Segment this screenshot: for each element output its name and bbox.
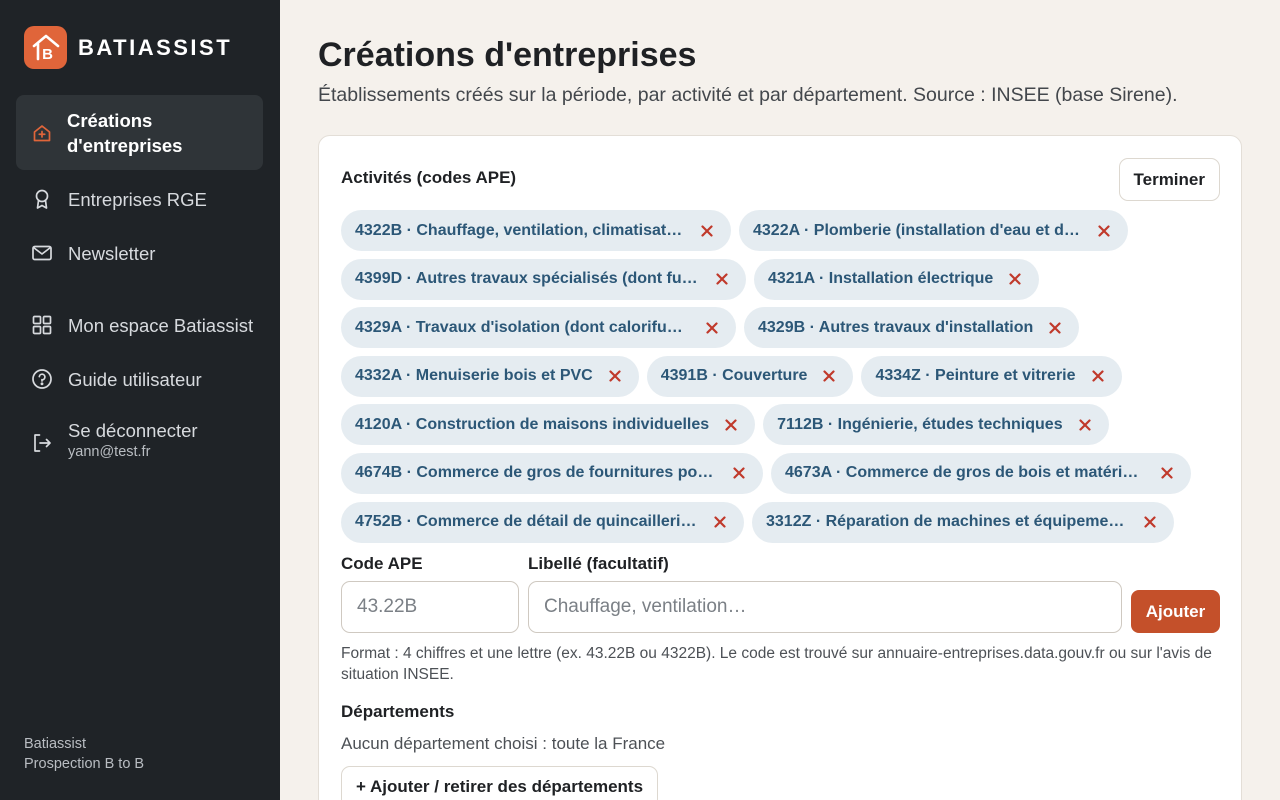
footer-tagline: Prospection B to B bbox=[24, 756, 145, 772]
chip-label: 4329B · Autres travaux d'installation bbox=[758, 318, 1034, 336]
chip-row: 4329A · Travaux d'isolation (dont calori… bbox=[341, 307, 1221, 349]
chip-row: 4322B · Chauffage, ventilation, climatis… bbox=[341, 210, 1221, 251]
activity-chip[interactable]: 4334Z · Peinture et vitrerie bbox=[861, 355, 1122, 397]
sidebar-footer: Batiassist Prospection B to B bbox=[24, 734, 144, 774]
activity-chip[interactable]: 3312Z · Réparation de machines et équipe… bbox=[752, 501, 1174, 543]
close-x-icon[interactable] bbox=[731, 467, 747, 480]
close-x-icon[interactable] bbox=[723, 419, 739, 431]
chip-label: 4399D · Autres travaux spécialisés (dont… bbox=[355, 270, 700, 288]
sidebar-item-logout[interactable]: Se déconnecter yann@test.fr bbox=[16, 418, 263, 470]
svg-text:B: B bbox=[42, 46, 53, 63]
close-x-icon[interactable] bbox=[704, 322, 720, 334]
chip-label: 4674B · Commerce de gros de fournitures … bbox=[355, 464, 717, 482]
house-b-logo-icon: B bbox=[24, 26, 67, 69]
libelle-input[interactable] bbox=[528, 581, 1122, 633]
chip-label: 3312Z · Réparation de machines et équipe… bbox=[766, 513, 1128, 531]
sidebar-item-label: Créations d'entreprises bbox=[67, 109, 183, 156]
sidebar: B BATIASSIST Créations d'entreprises Ent… bbox=[0, 0, 280, 800]
chip-label: 4334Z · Peinture et vitrerie bbox=[875, 367, 1076, 385]
sidebar-item-mon-espace[interactable]: Mon espace Batiassist bbox=[16, 309, 263, 341]
chip-row: 4674B · Commerce de gros de fournitures … bbox=[341, 452, 1221, 494]
code-ape-label: Code APE bbox=[341, 554, 423, 573]
sidebar-item-rge[interactable]: Entreprises RGE bbox=[16, 183, 263, 215]
ajouter-button[interactable]: Ajouter bbox=[1131, 590, 1220, 633]
mail-icon bbox=[31, 242, 53, 264]
sidebar-item-creations[interactable]: Créations d'entreprises bbox=[16, 95, 263, 170]
activity-chip[interactable]: 4673A · Commerce de gros de bois et maté… bbox=[771, 452, 1191, 494]
sidebar-item-label: Se déconnecter bbox=[68, 420, 198, 441]
libelle-label: Libellé (facultatif) bbox=[528, 554, 669, 573]
logout-icon bbox=[31, 432, 53, 454]
close-x-icon[interactable] bbox=[607, 370, 623, 382]
sidebar-item-label: Guide utilisateur bbox=[68, 368, 202, 390]
brand-name: BATIASSIST bbox=[78, 34, 233, 60]
chip-row: 4752B · Commerce de détail de quincaille… bbox=[341, 501, 1221, 543]
chip-label: 4120A · Construction de maisons individu… bbox=[355, 415, 710, 433]
edit-departments-button[interactable]: + Ajouter / retirer des départements bbox=[341, 766, 659, 800]
activity-chip[interactable]: 7112B · Ingénierie, études techniques bbox=[763, 404, 1109, 446]
activity-chip[interactable]: 4752B · Commerce de détail de quincaille… bbox=[341, 501, 744, 543]
close-x-icon[interactable] bbox=[821, 370, 837, 382]
help-circle-icon bbox=[31, 368, 53, 390]
close-x-icon[interactable] bbox=[1047, 322, 1063, 334]
terminer-button[interactable]: Terminer bbox=[1118, 158, 1220, 201]
close-x-icon[interactable] bbox=[699, 224, 715, 237]
chip-label: 4391B · Couverture bbox=[660, 367, 808, 385]
activity-chip[interactable]: 4329A · Travaux d'isolation (dont calori… bbox=[341, 307, 736, 349]
departments-empty-text: Aucun département choisi : toute la Fran… bbox=[341, 734, 666, 753]
sidebar-item-label: Mon espace Batiassist bbox=[68, 314, 254, 336]
page-title: Créations d'entreprises bbox=[318, 36, 697, 74]
chip-label: 4329A · Travaux d'isolation (dont calori… bbox=[355, 318, 690, 336]
activity-chip[interactable]: 4332A · Menuiserie bois et PVC bbox=[341, 355, 639, 397]
grid-icon bbox=[31, 314, 53, 336]
chip-label: 4322A · Plomberie (installation d'eau et… bbox=[753, 221, 1082, 239]
activity-chip[interactable]: 4321A · Installation électrique bbox=[754, 258, 1040, 300]
departments-title: Départements bbox=[341, 702, 455, 721]
building-plus-icon bbox=[31, 122, 53, 144]
activity-chip[interactable]: 4322B · Chauffage, ventilation, climatis… bbox=[341, 210, 731, 251]
chip-label: 7112B · Ingénierie, études techniques bbox=[777, 415, 1063, 433]
activity-chip[interactable]: 4322A · Plomberie (installation d'eau et… bbox=[739, 210, 1128, 251]
sidebar-item-label: Newsletter bbox=[68, 242, 156, 264]
close-x-icon[interactable] bbox=[712, 516, 728, 528]
activity-chip[interactable]: 4674B · Commerce de gros de fournitures … bbox=[341, 452, 763, 494]
chip-row: 4399D · Autres travaux spécialisés (dont… bbox=[341, 258, 1221, 300]
code-format-help: Format : 4 chiffres et une lettre (ex. 4… bbox=[341, 645, 1212, 683]
activity-chip[interactable]: 4329B · Autres travaux d'installation bbox=[744, 307, 1080, 349]
footer-brand: Batiassist bbox=[24, 736, 87, 752]
page-subtitle: Établissements créés sur la période, par… bbox=[318, 84, 1178, 106]
close-x-icon[interactable] bbox=[1077, 419, 1093, 431]
activity-chip[interactable]: 4391B · Couverture bbox=[646, 355, 854, 397]
sidebar-item-guide[interactable]: Guide utilisateur bbox=[16, 363, 263, 395]
close-x-icon[interactable] bbox=[1142, 516, 1158, 528]
chip-label: 4752B · Commerce de détail de quincaille… bbox=[355, 513, 698, 531]
chip-label: 4322B · Chauffage, ventilation, climatis… bbox=[355, 221, 685, 239]
chip-label: 4673A · Commerce de gros de bois et maté… bbox=[785, 464, 1145, 482]
activity-chip[interactable]: 4399D · Autres travaux spécialisés (dont… bbox=[341, 258, 746, 300]
close-x-icon[interactable] bbox=[1096, 224, 1112, 237]
activities-title: Activités (codes APE) bbox=[341, 168, 517, 187]
chip-row: 4120A · Construction de maisons individu… bbox=[341, 404, 1221, 446]
user-email: yann@test.fr bbox=[68, 444, 151, 460]
close-x-icon[interactable] bbox=[1159, 467, 1175, 480]
code-ape-input[interactable] bbox=[341, 581, 519, 633]
brand[interactable]: B BATIASSIST bbox=[24, 26, 232, 69]
activity-chips: 4322B · Chauffage, ventilation, climatis… bbox=[341, 210, 1221, 550]
sidebar-item-label: Entreprises RGE bbox=[68, 188, 207, 210]
chip-row: 4332A · Menuiserie bois et PVC 4391B · C… bbox=[341, 355, 1221, 397]
chip-label: 4321A · Installation électrique bbox=[768, 270, 994, 288]
close-x-icon[interactable] bbox=[714, 273, 730, 285]
filters-card: Activités (codes APE) Terminer 4322B · C… bbox=[318, 135, 1242, 800]
sidebar-item-newsletter[interactable]: Newsletter bbox=[16, 237, 263, 269]
close-x-icon[interactable] bbox=[1090, 370, 1106, 382]
award-ribbon-icon bbox=[31, 188, 53, 210]
activity-chip[interactable]: 4120A · Construction de maisons individu… bbox=[341, 404, 756, 446]
chip-label: 4332A · Menuiserie bois et PVC bbox=[355, 367, 593, 385]
logout-text: Se déconnecter yann@test.fr bbox=[68, 418, 198, 461]
close-x-icon[interactable] bbox=[1007, 273, 1023, 285]
